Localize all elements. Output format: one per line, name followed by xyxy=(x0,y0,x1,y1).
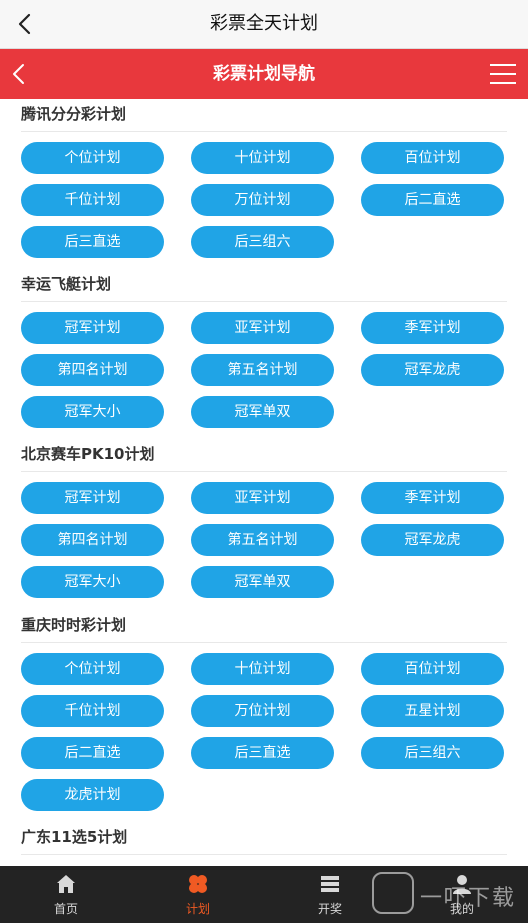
plan-button[interactable]: 季军计划 xyxy=(361,312,504,344)
plan-button[interactable]: 亚军计划 xyxy=(191,312,334,344)
plan-button[interactable]: 个位计划 xyxy=(21,653,164,685)
section-tencent: 腾讯分分彩计划 个位计划 十位计划 百位计划 千位计划 万位计划 后二直选 后三… xyxy=(0,99,528,269)
section-heading: 腾讯分分彩计划 xyxy=(21,105,127,123)
plan-button[interactable]: 十位计划 xyxy=(191,653,334,685)
nav-home-label: 首页 xyxy=(53,902,78,916)
plan-button[interactable]: 第四名计划 xyxy=(21,524,164,556)
divider xyxy=(21,471,507,472)
section-heading: 重庆时时彩计划 xyxy=(21,616,127,634)
top-bar: 彩票全天计划 xyxy=(0,0,528,49)
plan-button[interactable]: 万位计划 xyxy=(191,184,334,216)
plan-button[interactable]: 冠军单双 xyxy=(191,566,334,598)
plan-button[interactable]: 后三直选 xyxy=(21,226,164,258)
plan-button[interactable]: 冠军龙虎 xyxy=(361,354,504,386)
plan-button[interactable]: 第四名计划 xyxy=(21,354,164,386)
section-beijing-pk10: 北京赛车PK10计划 冠军计划 亚军计划 季军计划 第四名计划 第五名计划 冠军… xyxy=(0,439,528,609)
section-chongqing: 重庆时时彩计划 个位计划 十位计划 百位计划 千位计划 万位计划 五星计划 后二… xyxy=(0,610,528,822)
section-guangdong-11x5: 广东11选5计划 xyxy=(0,822,528,866)
plan-button[interactable]: 冠军大小 xyxy=(21,396,164,428)
section-lucky-airship: 幸运飞艇计划 冠军计划 亚军计划 季军计划 第四名计划 第五名计划 冠军龙虎 冠… xyxy=(0,269,528,439)
nav-plan[interactable]: 计划 xyxy=(132,866,264,923)
plan-list: 腾讯分分彩计划 个位计划 十位计划 百位计划 千位计划 万位计划 后二直选 后三… xyxy=(0,99,528,866)
page-title: 彩票全天计划 xyxy=(210,13,318,34)
plan-button[interactable]: 冠军龙虎 xyxy=(361,524,504,556)
plan-button[interactable]: 第五名计划 xyxy=(191,524,334,556)
plan-button[interactable]: 第五名计划 xyxy=(191,354,334,386)
watermark-text: 一吓下载 xyxy=(420,886,517,911)
watermark: 一吓下载 xyxy=(372,870,522,918)
divider xyxy=(21,642,507,643)
hamburger-menu-icon[interactable] xyxy=(488,59,518,89)
plan-button[interactable]: 冠军计划 xyxy=(21,312,164,344)
home-icon xyxy=(57,875,75,893)
plan-button[interactable]: 后三组六 xyxy=(191,226,334,258)
section-heading: 广东11选5计划 xyxy=(21,828,128,846)
plan-button[interactable]: 龙虎计划 xyxy=(21,779,164,811)
nav-header-title: 彩票计划导航 xyxy=(213,64,315,84)
plan-button[interactable]: 百位计划 xyxy=(361,653,504,685)
plan-button[interactable]: 亚军计划 xyxy=(191,482,334,514)
divider xyxy=(21,854,507,855)
list-icon xyxy=(321,876,339,892)
plan-button[interactable]: 后三直选 xyxy=(191,737,334,769)
nav-home[interactable]: 首页 xyxy=(0,866,132,923)
plan-button[interactable]: 五星计划 xyxy=(361,695,504,727)
plan-button[interactable]: 冠军计划 xyxy=(21,482,164,514)
nav-plan-label: 计划 xyxy=(185,902,210,916)
divider xyxy=(21,131,507,132)
plan-button[interactable]: 后三组六 xyxy=(361,737,504,769)
plan-button[interactable]: 季军计划 xyxy=(361,482,504,514)
plan-button[interactable]: 万位计划 xyxy=(191,695,334,727)
divider xyxy=(21,301,507,302)
nav-header: 彩票计划导航 xyxy=(0,49,528,99)
plan-button[interactable]: 后二直选 xyxy=(21,737,164,769)
plan-button[interactable]: 千位计划 xyxy=(21,184,164,216)
plan-button[interactable]: 千位计划 xyxy=(21,695,164,727)
plan-button[interactable]: 百位计划 xyxy=(361,142,504,174)
section-heading: 北京赛车PK10计划 xyxy=(21,445,155,463)
clover-icon xyxy=(189,875,207,893)
plan-button[interactable]: 后二直选 xyxy=(361,184,504,216)
plan-button[interactable]: 冠军大小 xyxy=(21,566,164,598)
section-heading: 幸运飞艇计划 xyxy=(21,275,112,293)
plan-button[interactable]: 十位计划 xyxy=(191,142,334,174)
plan-button[interactable]: 冠军单双 xyxy=(191,396,334,428)
plan-button[interactable]: 个位计划 xyxy=(21,142,164,174)
watermark-logo-icon xyxy=(372,872,414,914)
